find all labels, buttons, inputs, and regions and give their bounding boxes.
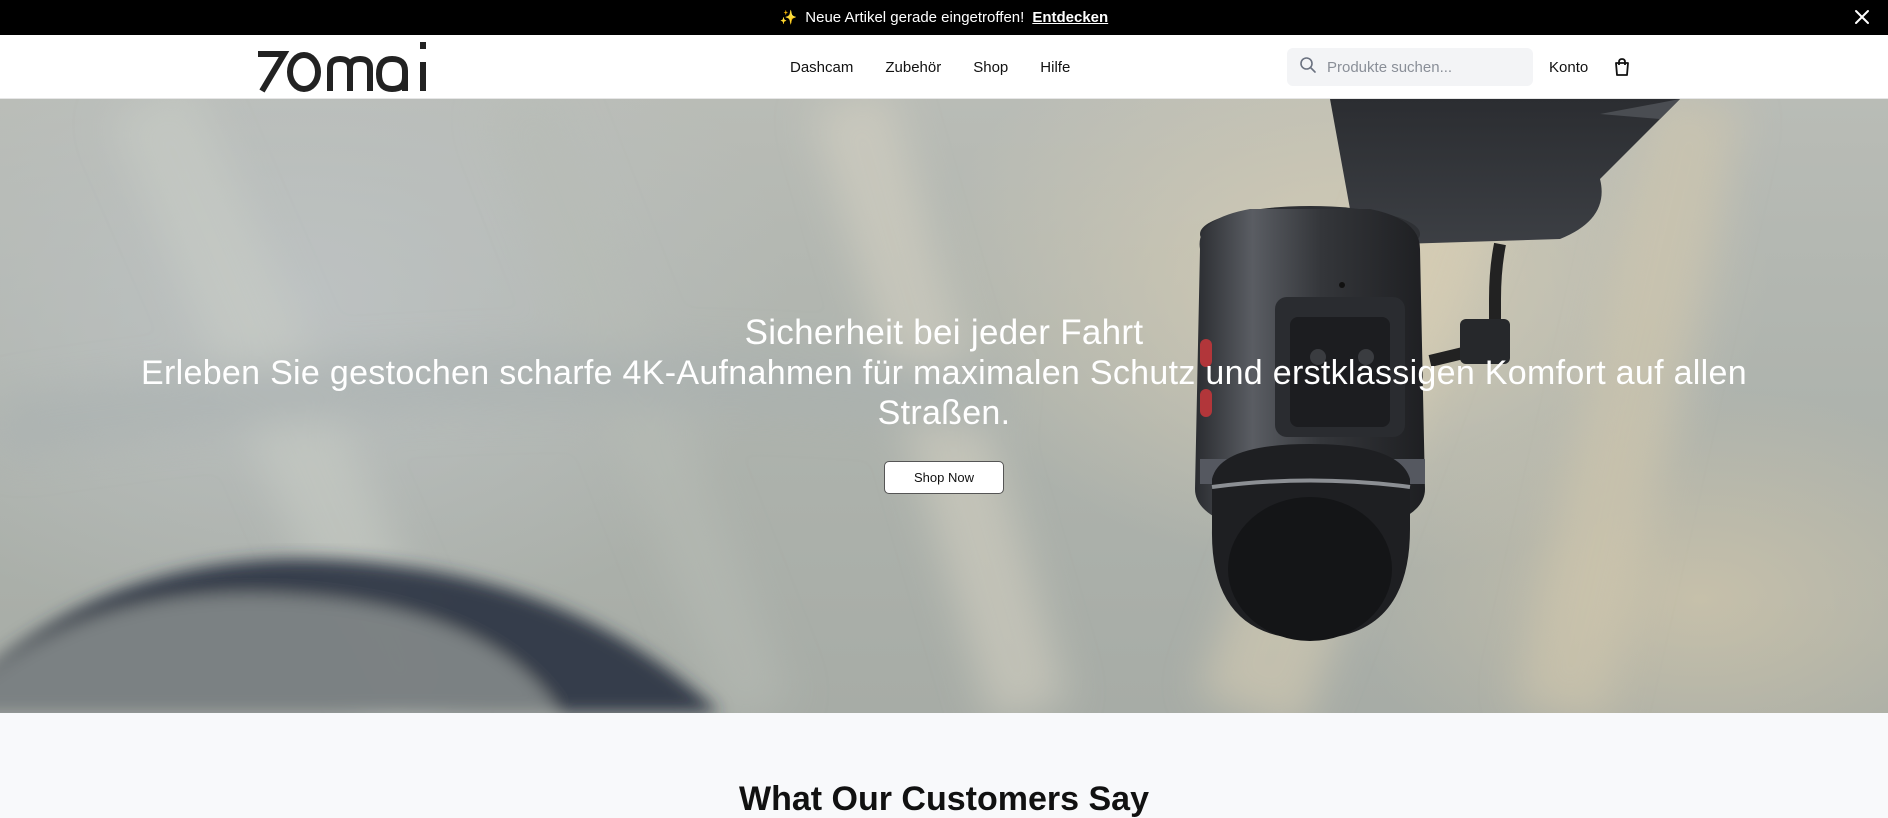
announcement-bar: ✨ Neue Artikel gerade eingetroffen! Entd… bbox=[0, 0, 1888, 35]
hero-title: Sicherheit bei jeder Fahrt bbox=[744, 313, 1144, 352]
site-header: Dashcam Zubehör Shop Hilfe Konto bbox=[0, 35, 1888, 99]
brand-logo[interactable] bbox=[248, 41, 438, 93]
nav-item-shop[interactable]: Shop bbox=[973, 59, 1008, 76]
main-nav: Dashcam Zubehör Shop Hilfe bbox=[790, 35, 1070, 99]
nav-item-hilfe[interactable]: Hilfe bbox=[1040, 59, 1070, 76]
search-input[interactable] bbox=[1327, 58, 1517, 76]
testimonials-heading: What Our Customers Say bbox=[739, 780, 1149, 818]
announcement-link[interactable]: Entdecken bbox=[1032, 9, 1108, 26]
sparkle-icon: ✨ bbox=[779, 9, 798, 25]
shop-now-button[interactable]: Shop Now bbox=[884, 461, 1004, 494]
search-icon[interactable] bbox=[1299, 56, 1327, 79]
announcement-message: Neue Artikel gerade eingetroffen! bbox=[805, 9, 1025, 26]
hero-subtitle: Erleben Sie gestochen scharfe 4K-Aufnahm… bbox=[141, 354, 1747, 432]
account-link[interactable]: Konto bbox=[1549, 35, 1588, 99]
nav-item-zubehoer[interactable]: Zubehör bbox=[885, 59, 941, 76]
search-box bbox=[1287, 48, 1533, 86]
nav-item-dashcam[interactable]: Dashcam bbox=[790, 59, 853, 76]
shopping-bag-icon[interactable] bbox=[1612, 57, 1632, 77]
hero-banner: Sicherheit bei jeder Fahrt Erleben Sie g… bbox=[0, 99, 1888, 713]
hero-text: Sicherheit bei jeder Fahrt Erleben Sie g… bbox=[0, 313, 1888, 433]
close-icon[interactable] bbox=[1852, 7, 1872, 27]
